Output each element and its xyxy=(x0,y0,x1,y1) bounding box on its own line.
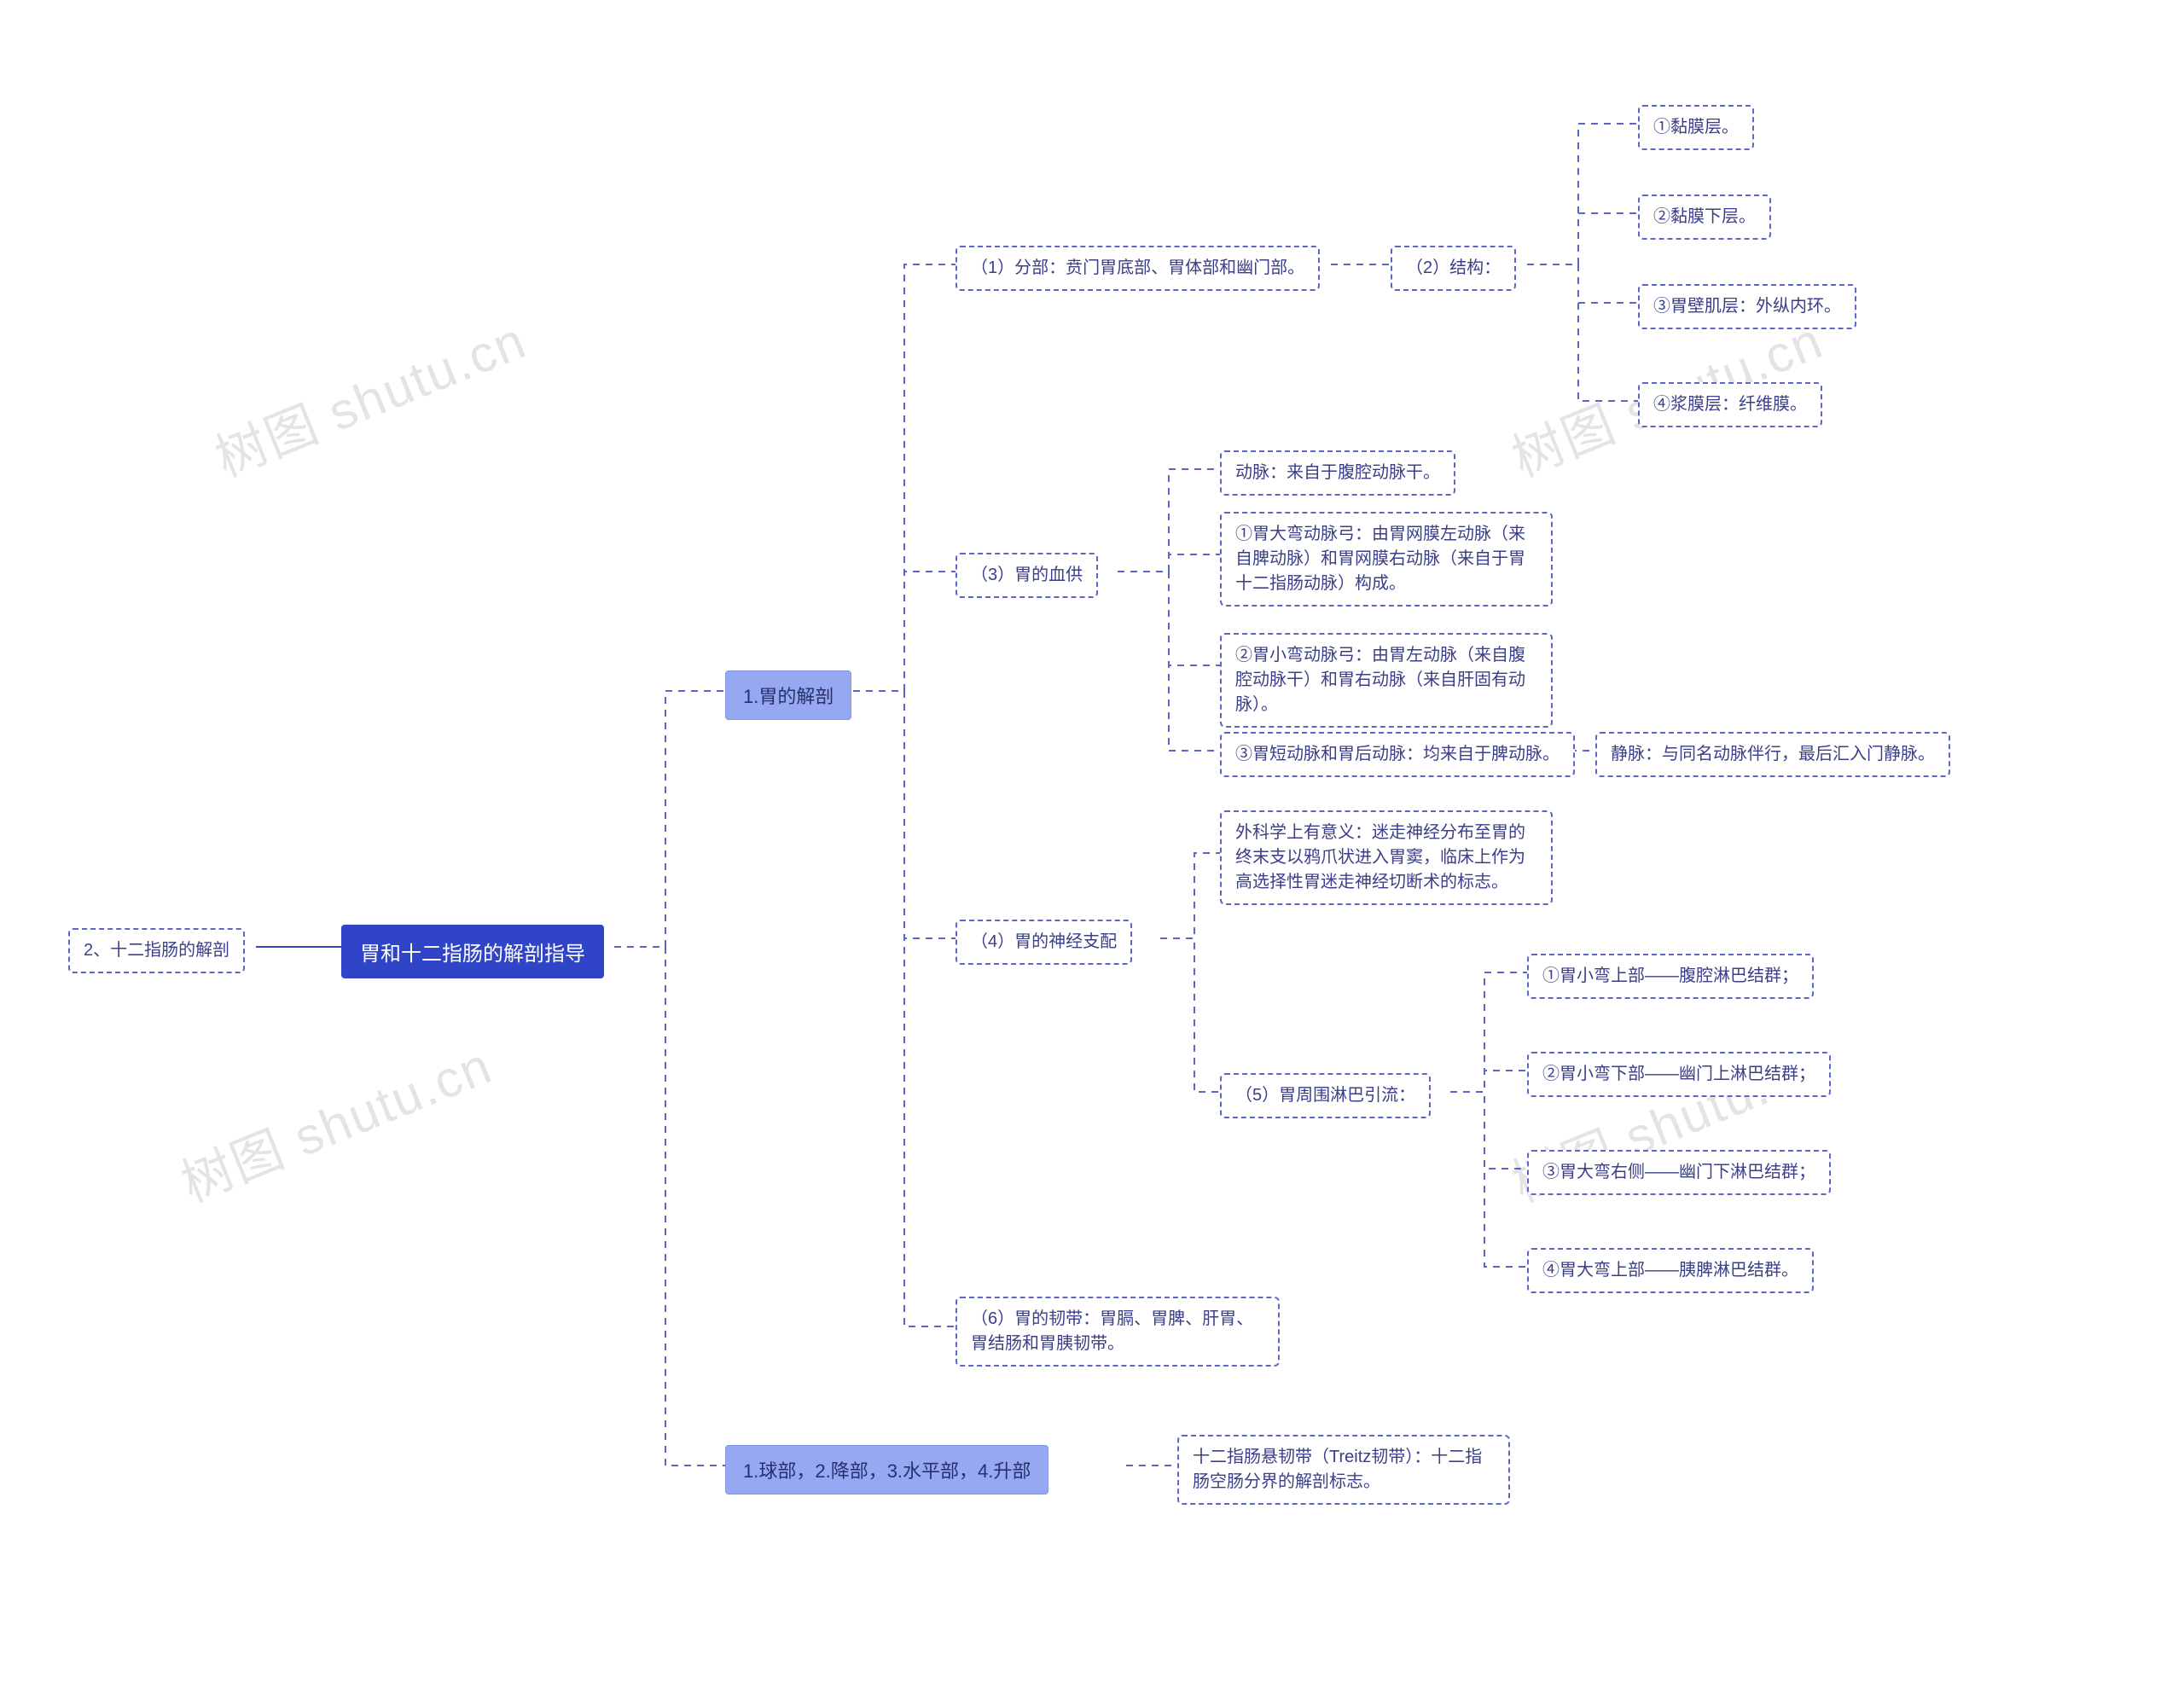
mindmap-canvas: 树图 shutu.cn 树图 shutu.cn 树图 shutu.cn 树图 s… xyxy=(0,0,2184,1689)
node-lymph-4[interactable]: ④胃大弯上部——胰脾淋巴结群。 xyxy=(1527,1248,1814,1293)
node-vein[interactable]: 静脉：与同名动脉伴行，最后汇入门静脉。 xyxy=(1595,732,1950,777)
node-short-gastric[interactable]: ③胃短动脉和胃后动脉：均来自于脾动脉。 xyxy=(1220,732,1575,777)
node-blood-supply[interactable]: （3）胃的血供 xyxy=(956,553,1098,598)
node-stomach-anatomy[interactable]: 1.胃的解剖 xyxy=(725,670,851,720)
node-lymph-2[interactable]: ②胃小弯下部——幽门上淋巴结群； xyxy=(1527,1052,1831,1097)
node-lymph-drain[interactable]: （5）胃周围淋巴引流： xyxy=(1220,1073,1431,1118)
node-mucosa[interactable]: ①黏膜层。 xyxy=(1638,105,1754,150)
root-node[interactable]: 胃和十二指肠的解剖指导 xyxy=(341,925,604,978)
node-serosa[interactable]: ④浆膜层：纤维膜。 xyxy=(1638,382,1822,427)
node-greater-curv[interactable]: ①胃大弯动脉弓：由胃网膜左动脉（来自脾动脉）和胃网膜右动脉（来自于胃十二指肠动脉… xyxy=(1220,512,1553,607)
node-duodenum-anatomy[interactable]: 2、十二指肠的解剖 xyxy=(68,928,245,973)
watermark: 树图 shutu.cn xyxy=(203,299,536,491)
node-artery-source[interactable]: 动脉：来自于腹腔动脉干。 xyxy=(1220,450,1455,496)
node-lymph-1[interactable]: ①胃小弯上部——腹腔淋巴结群； xyxy=(1527,954,1814,999)
node-muscularis[interactable]: ③胃壁肌层：外纵内环。 xyxy=(1638,284,1856,329)
node-submucosa[interactable]: ②黏膜下层。 xyxy=(1638,194,1771,240)
node-stomach-structure[interactable]: （2）结构： xyxy=(1391,246,1516,291)
node-duodenum-parts[interactable]: 1.球部，2.降部，3.水平部，4.升部 xyxy=(725,1445,1048,1495)
node-ligaments[interactable]: （6）胃的韧带：胃膈、胃脾、肝胃、胃结肠和胃胰韧带。 xyxy=(956,1297,1280,1367)
node-stomach-sections[interactable]: （1）分部：贲门胃底部、胃体部和幽门部。 xyxy=(956,246,1320,291)
node-treitz[interactable]: 十二指肠悬韧带（Treitz韧带）：十二指肠空肠分界的解剖标志。 xyxy=(1177,1435,1510,1505)
node-lymph-3[interactable]: ③胃大弯右侧——幽门下淋巴结群； xyxy=(1527,1150,1831,1195)
node-vagus-note[interactable]: 外科学上有意义：迷走神经分布至胃的终末支以鸦爪状进入胃窦，临床上作为高选择性胃迷… xyxy=(1220,810,1553,905)
node-lesser-curv[interactable]: ②胃小弯动脉弓：由胃左动脉（来自腹腔动脉干）和胃右动脉（来自肝固有动脉）。 xyxy=(1220,633,1553,728)
watermark: 树图 shutu.cn xyxy=(169,1024,502,1216)
node-innervation[interactable]: （4）胃的神经支配 xyxy=(956,920,1132,965)
